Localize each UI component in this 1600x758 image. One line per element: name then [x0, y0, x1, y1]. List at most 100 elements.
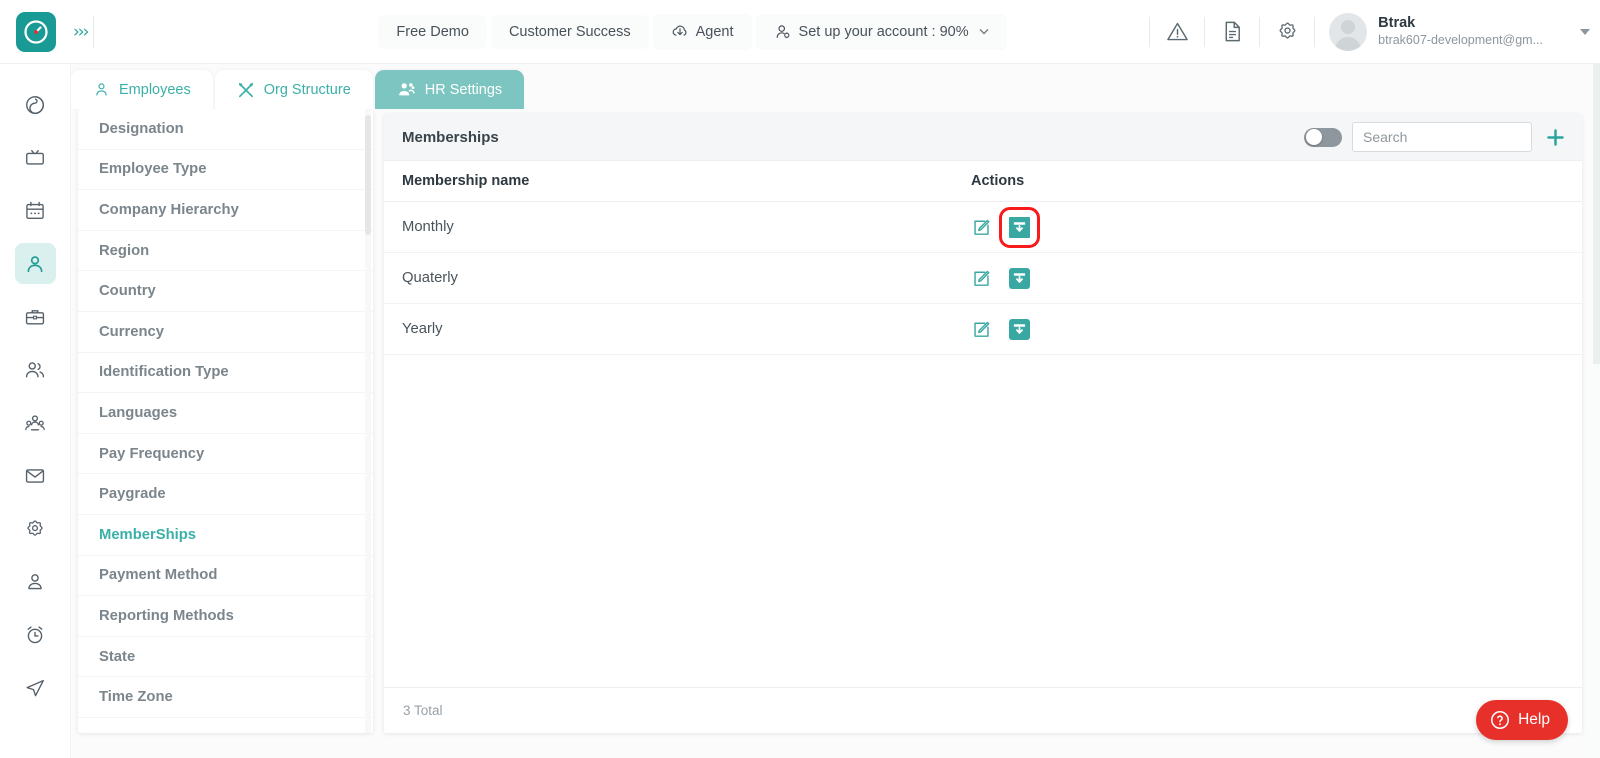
edit-pencil-icon[interactable] — [971, 319, 992, 340]
user-profile-icon — [24, 571, 46, 593]
sidebar-item-label: Company Hierarchy — [99, 201, 239, 218]
page-title: Memberships — [402, 128, 499, 146]
logo-area[interactable] — [0, 11, 71, 52]
actions-cell — [971, 206, 1171, 248]
users-gear-icon — [397, 80, 416, 99]
memberships-table-body: Monthly Quaterly Yearly — [384, 202, 1582, 687]
memberships-panel: Memberships Membership name Actions Mont… — [384, 114, 1582, 733]
sidebar-item-label: MemberShips — [99, 526, 197, 543]
user-profile-menu[interactable]: Btrak btrak607-development@gm... — [1315, 12, 1600, 51]
help-button[interactable]: Help — [1476, 700, 1568, 740]
customer-success-button[interactable]: Customer Success — [490, 14, 649, 49]
column-header-actions: Actions — [971, 173, 1025, 189]
sidebar-item-company-hierarchy[interactable]: Company Hierarchy — [78, 190, 373, 231]
column-header-membership-name: Membership name — [402, 173, 530, 189]
sidebar-item-reporting-methods[interactable]: Reporting Methods — [78, 596, 373, 637]
sidebar-item-alarm[interactable] — [15, 614, 56, 655]
sidebar-item-label: State — [99, 648, 136, 665]
chevrons-right-icon[interactable]: ››› — [73, 22, 89, 42]
sidebar-item-person-active[interactable] — [14, 243, 56, 284]
archive-down-arrow-icon[interactable] — [1009, 318, 1030, 340]
header-right-group: Btrak btrak607-development@gm... — [1149, 0, 1600, 63]
sidebar-item-label: Country — [99, 283, 156, 300]
hr-settings-sidebar-panel: Designation Employee Type Company Hierarch… — [78, 109, 373, 733]
edit-pencil-icon[interactable] — [971, 268, 992, 289]
user-outline-icon — [93, 81, 110, 98]
sidebar-item-payment-method[interactable]: Payment Method — [78, 556, 373, 597]
sidebar-item-state[interactable]: State — [78, 637, 373, 678]
sidebar-item-designation[interactable]: Designation — [78, 109, 373, 150]
settings-gear-icon — [24, 518, 46, 540]
hr-settings-sidebar-list[interactable]: Designation Employee Type Company Hierarch… — [78, 109, 373, 733]
page-scrollbar-track[interactable] — [1593, 64, 1600, 758]
people-icon — [24, 359, 46, 381]
tab-employees[interactable]: Employees — [71, 70, 213, 109]
tab-org-structure[interactable]: Org Structure — [214, 70, 373, 109]
user-text-block: Btrak btrak607-development@gm... — [1378, 15, 1543, 48]
sidebar-item-identification-type[interactable]: Identification Type — [78, 353, 373, 394]
sidebar-item-people[interactable] — [15, 349, 56, 390]
sidebar-item-employee-type[interactable]: Employee Type — [78, 150, 373, 191]
tab-hr-settings-label: HR Settings — [424, 81, 503, 98]
agent-button[interactable]: Agent — [652, 13, 752, 50]
dashboard-icon — [24, 94, 46, 116]
sidebar-item-label: Paygrade — [99, 486, 166, 503]
document-icon[interactable] — [1205, 0, 1259, 64]
sidebar-item-label: Currency — [99, 323, 164, 340]
sidebar-scrollbar-thumb[interactable] — [365, 115, 371, 235]
tab-employees-label: Employees — [119, 81, 191, 98]
sidebar-item-label: Payment Method — [99, 567, 218, 584]
sidebar-item-send[interactable] — [15, 667, 56, 708]
sidebar-item-team[interactable] — [15, 402, 56, 443]
tab-hr-settings[interactable]: HR Settings — [374, 70, 525, 109]
user-menu-caret-icon[interactable] — [1580, 28, 1590, 35]
left-icon-rail — [0, 64, 71, 758]
edit-pencil-icon[interactable] — [971, 217, 992, 238]
sidebar-item-memberships[interactable]: MemberShips — [78, 515, 373, 556]
clock-logo-icon[interactable] — [15, 11, 56, 52]
sidebar-item-pay-frequency[interactable]: Pay Frequency — [78, 434, 373, 475]
setup-account-button[interactable]: Set up your account : 90% — [755, 13, 1007, 50]
add-membership-button[interactable] — [1542, 124, 1568, 150]
toggle-knob — [1305, 129, 1322, 145]
search-input[interactable] — [1352, 122, 1532, 152]
user-name: Btrak — [1378, 15, 1416, 31]
sidebar-item-country[interactable]: Country — [78, 271, 373, 312]
sidebar-item-calendar[interactable] — [15, 190, 56, 231]
sidebar-item-time-zone[interactable]: Time Zone — [78, 677, 373, 718]
archive-down-arrow-icon[interactable] — [999, 206, 1040, 248]
sidebar-item-paygrade[interactable]: Paygrade — [78, 474, 373, 515]
sidebar-item-label: Reporting Methods — [99, 607, 234, 624]
page-scrollbar-thumb[interactable] — [1593, 64, 1600, 364]
panel-header-controls — [1304, 122, 1568, 152]
briefcase-icon — [24, 306, 46, 328]
sidebar-item-mail[interactable] — [15, 455, 56, 496]
sidebar-item-dashboard[interactable] — [15, 84, 56, 125]
membership-name-cell: Yearly — [402, 321, 443, 337]
memberships-panel-header: Memberships — [384, 114, 1582, 161]
table-footer: 3 Total — [384, 687, 1582, 733]
show-archived-toggle[interactable] — [1304, 127, 1342, 147]
sidebar-item-briefcase[interactable] — [15, 296, 56, 337]
table-row: Monthly — [384, 202, 1582, 253]
sidebar-item-label: Time Zone — [99, 689, 173, 706]
tools-icon — [237, 81, 255, 99]
user-email: btrak607-development@gm... — [1378, 33, 1543, 47]
agent-label: Agent — [695, 23, 734, 40]
sidebar-item-settings[interactable] — [15, 508, 56, 549]
sidebar-item-screen[interactable] — [15, 137, 56, 178]
sidebar-item-region[interactable]: Region — [78, 231, 373, 272]
sidebar-item-languages[interactable]: Languages — [78, 393, 373, 434]
gear-icon[interactable] — [1260, 0, 1314, 64]
free-demo-button[interactable]: Free Demo — [378, 14, 487, 49]
archive-down-arrow-icon[interactable] — [1009, 267, 1030, 289]
warning-icon[interactable] — [1150, 0, 1204, 64]
team-group-icon — [24, 412, 46, 434]
sidebar-item-currency[interactable]: Currency — [78, 312, 373, 353]
sidebar-item-label: Employee Type — [99, 161, 207, 178]
sidebar-item-profile[interactable] — [15, 561, 56, 602]
free-demo-label: Free Demo — [396, 23, 469, 40]
user-settings-icon — [774, 23, 792, 41]
total-count-label: 3 Total — [403, 703, 443, 718]
sidebar-item-label: Designation — [99, 120, 184, 137]
